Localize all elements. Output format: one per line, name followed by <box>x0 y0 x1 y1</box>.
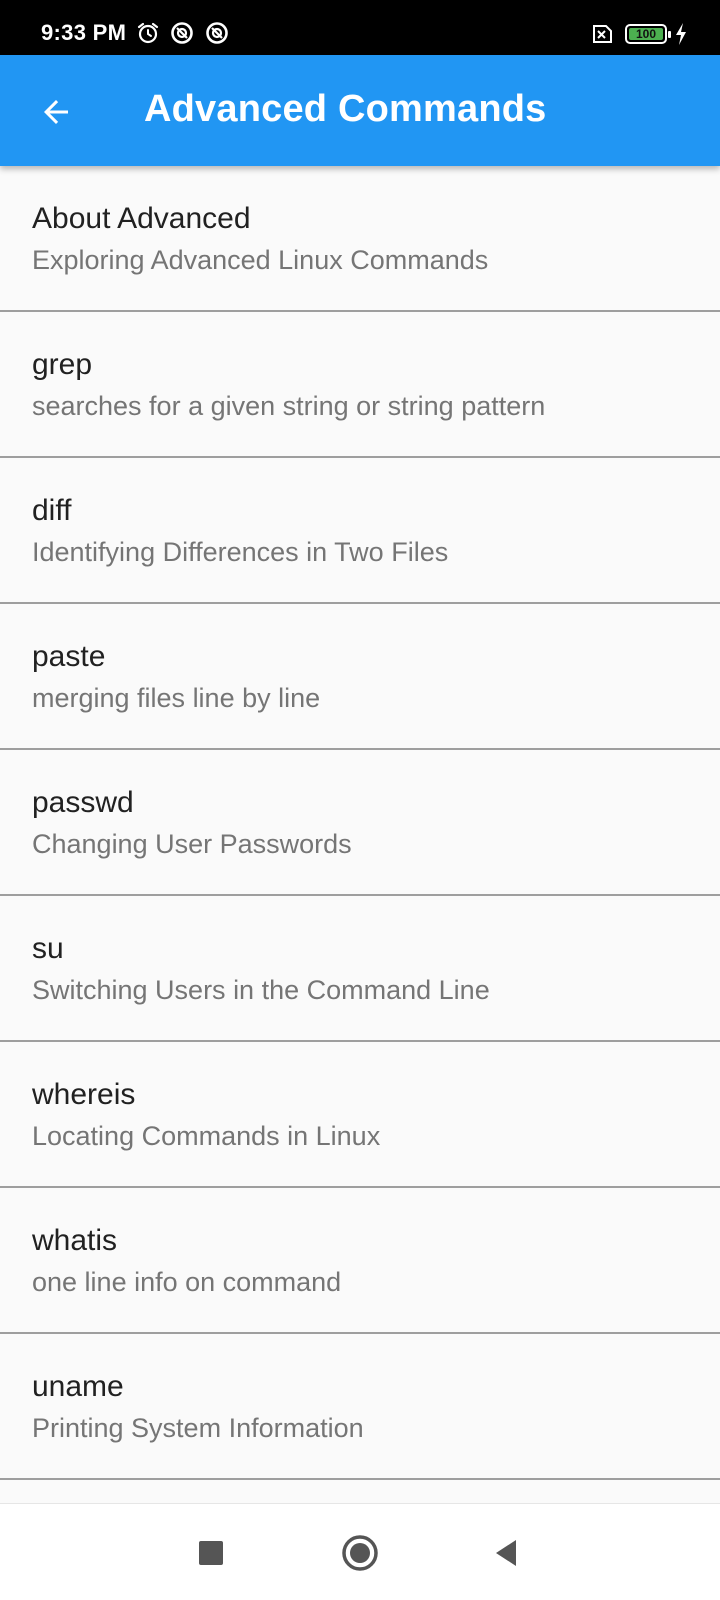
list-item-whatis[interactable]: whatis one line info on command <box>0 1188 720 1334</box>
list-item-paste[interactable]: paste merging files line by line <box>0 604 720 750</box>
battery-fill: 100 <box>629 28 663 40</box>
item-title: paste <box>32 640 106 673</box>
list-item-diff[interactable]: diff Identifying Differences in Two File… <box>0 458 720 604</box>
battery-level: 100 <box>635 27 657 41</box>
item-title: diff <box>32 494 72 527</box>
item-subtitle: Locating Commands in Linux <box>32 1121 381 1151</box>
system-nav-bar <box>0 1503 720 1600</box>
item-subtitle: merging files line by line <box>32 683 321 713</box>
item-title: whereis <box>32 1078 136 1111</box>
recents-button[interactable] <box>186 1528 236 1578</box>
home-button[interactable] <box>335 1528 385 1578</box>
back-button[interactable] <box>22 78 90 146</box>
item-title: passwd <box>32 786 134 819</box>
status-time: 9:33 PM <box>41 20 127 45</box>
item-title: whatis <box>32 1224 118 1257</box>
battery-icon: 100 <box>625 24 667 44</box>
nav-back-button[interactable] <box>481 1528 531 1578</box>
commands-list: About Advanced Exploring Advanced Linux … <box>0 166 720 1480</box>
status-bar: 9:33 PM 100 <box>0 0 720 55</box>
app-bar: Advanced Commands <box>0 55 720 166</box>
list-item-whereis[interactable]: whereis Locating Commands in Linux <box>0 1042 720 1188</box>
recents-square-icon <box>199 1541 223 1565</box>
item-title: grep <box>32 348 93 381</box>
item-subtitle: searches for a given string or string pa… <box>32 391 546 421</box>
item-subtitle: Printing System Information <box>32 1413 364 1443</box>
item-subtitle: Changing User Passwords <box>32 829 352 859</box>
item-subtitle: Switching Users in the Command Line <box>32 975 490 1005</box>
data-saver-icon <box>170 21 194 45</box>
item-title: su <box>32 932 64 965</box>
page-title: Advanced Commands <box>144 88 547 130</box>
list-item-su[interactable]: su Switching Users in the Command Line <box>0 896 720 1042</box>
item-subtitle: one line info on command <box>32 1267 342 1297</box>
data-saver-icon <box>205 21 229 45</box>
item-subtitle: Exploring Advanced Linux Commands <box>32 245 489 275</box>
screen: 9:33 PM 100 Advanced Commands About Adva… <box>0 0 720 1600</box>
list-item-uname[interactable]: uname Printing System Information <box>0 1334 720 1480</box>
item-subtitle: Identifying Differences in Two Files <box>32 537 449 567</box>
charging-icon <box>674 22 688 46</box>
alarm-icon <box>136 21 160 45</box>
list-item-passwd[interactable]: passwd Changing User Passwords <box>0 750 720 896</box>
list-item-grep[interactable]: grep searches for a given string or stri… <box>0 312 720 458</box>
battery-cap <box>668 31 671 38</box>
list-item-about-advanced[interactable]: About Advanced Exploring Advanced Linux … <box>0 166 720 312</box>
item-title: About Advanced <box>32 202 251 235</box>
arrow-back-icon <box>44 100 68 124</box>
no-sim-icon <box>589 24 613 44</box>
item-title: uname <box>32 1370 124 1403</box>
back-triangle-icon <box>496 1540 516 1566</box>
home-circle-icon <box>342 1535 378 1571</box>
